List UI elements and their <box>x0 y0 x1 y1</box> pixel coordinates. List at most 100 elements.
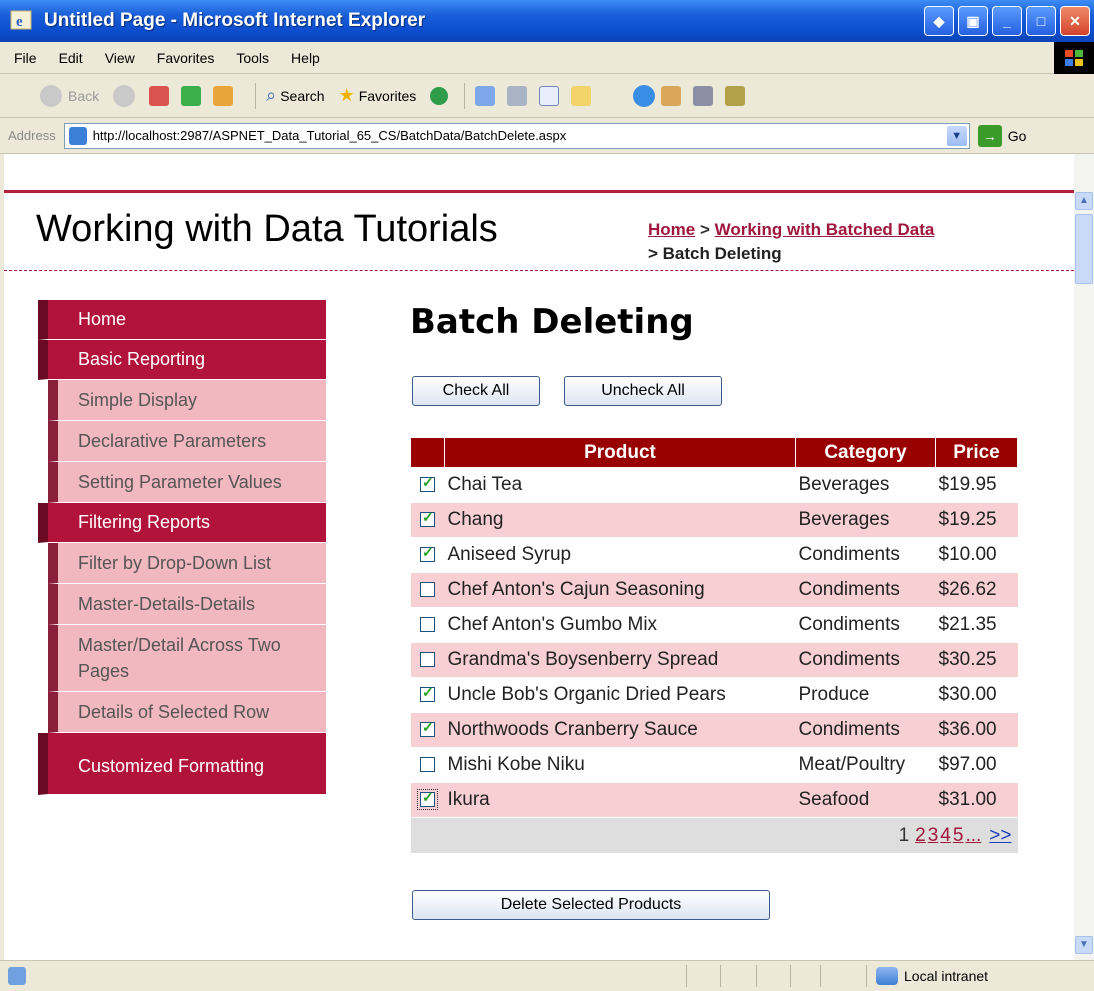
grid-header-product[interactable]: Product <box>444 437 796 468</box>
status-divider <box>756 965 757 987</box>
menu-help[interactable]: Help <box>291 50 320 66</box>
history-icon[interactable] <box>475 85 496 106</box>
search-label: Search <box>280 87 325 104</box>
row-select-cell <box>410 712 445 748</box>
cell-product: Chef Anton's Cajun Seasoning <box>444 572 796 608</box>
back-button[interactable]: Back <box>40 84 100 107</box>
forward-arrow-icon[interactable] <box>113 84 136 107</box>
grid-header-price[interactable]: Price <box>935 437 1018 468</box>
chevron-down-icon[interactable]: ▼ <box>946 125 967 146</box>
sidebar-item-home[interactable]: Home <box>38 300 326 340</box>
pager-next-link[interactable]: >> <box>989 825 1011 846</box>
scroll-thumb[interactable] <box>1075 214 1093 284</box>
pager-page-link[interactable]: 3 <box>928 825 939 846</box>
delete-selected-button[interactable]: Delete Selected Products <box>412 890 770 920</box>
menu-tools[interactable]: Tools <box>236 50 269 66</box>
row-checkbox[interactable] <box>420 757 435 773</box>
breadcrumb-section-link[interactable]: Working with Batched Data <box>715 220 935 239</box>
breadcrumb-home-link[interactable]: Home <box>648 220 695 239</box>
vertical-scrollbar[interactable]: ▲ ▼ <box>1074 154 1094 960</box>
page-viewport: Working with Data Tutorials Home > Worki… <box>0 154 1074 960</box>
address-input[interactable]: http://localhost:2987/ASPNET_Data_Tutori… <box>63 122 970 149</box>
sidebar-menu: Home Basic Reporting Simple Display Decl… <box>38 300 326 795</box>
close-button[interactable]: ✕ <box>1060 6 1090 36</box>
address-label: Address <box>8 128 56 143</box>
stop-icon[interactable] <box>149 85 170 106</box>
refresh-icon[interactable] <box>181 85 202 106</box>
messenger-icon[interactable] <box>633 84 656 107</box>
menu-edit[interactable]: Edit <box>59 50 83 66</box>
uncheck-all-button[interactable]: Uncheck All <box>564 376 722 406</box>
grid-header-row: Product Category Price <box>410 437 1018 468</box>
cell-product: Chai Tea <box>444 467 796 503</box>
check-all-button[interactable]: Check All <box>412 376 540 406</box>
page-title: Batch Deleting <box>410 302 694 342</box>
scroll-up-icon[interactable]: ▲ <box>1075 192 1093 210</box>
toolbar-separator <box>464 82 466 109</box>
table-row: Chef Anton's Cajun Seasoning Condiments $2… <box>410 572 1018 608</box>
maximize-button[interactable]: □ <box>1026 6 1056 36</box>
sidebar-item-filter-dropdown[interactable]: Filter by Drop-Down List <box>48 543 326 584</box>
breadcrumb-current: > Batch Deleting <box>648 244 782 263</box>
cell-category: Condiments <box>795 712 936 748</box>
scroll-down-icon[interactable]: ▼ <box>1075 936 1093 954</box>
sidebar-item-master-details[interactable]: Master-Details-Details <box>48 584 326 625</box>
menu-bar: File Edit View Favorites Tools Help <box>0 42 1094 74</box>
sidebar-item-details-selected-row[interactable]: Details of Selected Row <box>48 692 326 733</box>
row-checkbox[interactable] <box>420 617 435 633</box>
pager-ellipsis-link[interactable]: ... <box>965 825 981 846</box>
media-toggle-button[interactable]: ◆ <box>924 6 954 36</box>
grid-header-select <box>410 437 445 468</box>
window-title: Untitled Page - Microsoft Internet Explo… <box>44 10 426 31</box>
row-checkbox[interactable] <box>420 652 435 668</box>
sidebar-item-filtering-reports[interactable]: Filtering Reports <box>38 503 326 543</box>
row-checkbox[interactable] <box>420 582 435 598</box>
favorites-button[interactable]: ★ Favorites <box>339 85 417 106</box>
research-icon[interactable] <box>661 85 682 106</box>
row-checkbox[interactable] <box>420 684 435 703</box>
cell-category: Produce <box>795 677 936 713</box>
home-icon[interactable] <box>213 85 234 106</box>
menu-favorites[interactable]: Favorites <box>157 50 215 66</box>
media-icon[interactable] <box>430 86 449 105</box>
grid-header-category[interactable]: Category <box>795 437 936 468</box>
pager-page-link[interactable]: 2 <box>915 825 926 846</box>
menu-file[interactable]: File <box>14 50 37 66</box>
sidebar-item-declarative-parameters[interactable]: Declarative Parameters <box>48 421 326 462</box>
sidebar-item-setting-parameter-values[interactable]: Setting Parameter Values <box>48 462 326 503</box>
back-label: Back <box>68 87 100 104</box>
header-rule <box>4 190 1074 193</box>
address-url[interactable]: http://localhost:2987/ASPNET_Data_Tutori… <box>93 128 567 143</box>
sidebar-item-basic-reporting[interactable]: Basic Reporting <box>38 340 326 380</box>
sidebar-item-master-detail-two-pages[interactable]: Master/Detail Across Two Pages <box>48 625 326 692</box>
pager-page-link[interactable]: 4 <box>940 825 951 846</box>
sidebar-item-simple-display[interactable]: Simple Display <box>48 380 326 421</box>
row-checkbox[interactable] <box>420 509 435 528</box>
toolbar-separator <box>255 82 257 109</box>
ie-logo-icon: e <box>10 10 32 30</box>
cell-product: Mishi Kobe Niku <box>444 747 796 783</box>
row-checkbox[interactable] <box>420 719 435 738</box>
cell-price: $21.35 <box>935 607 1018 643</box>
menu-view[interactable]: View <box>105 50 135 66</box>
row-select-cell <box>410 607 445 643</box>
cell-category: Beverages <box>795 467 936 503</box>
print-icon[interactable] <box>507 85 528 106</box>
row-checkbox[interactable] <box>420 544 435 563</box>
status-divider <box>720 965 721 987</box>
grid-icon[interactable] <box>725 85 746 106</box>
cell-product: Northwoods Cranberry Sauce <box>444 712 796 748</box>
discuss-icon[interactable] <box>571 85 592 106</box>
star-icon: ★ <box>338 85 355 105</box>
minimize-button[interactable]: _ <box>992 6 1022 36</box>
row-checkbox[interactable] <box>417 789 438 811</box>
tools-icon[interactable] <box>693 85 714 106</box>
sidebar-item-customized-formatting[interactable]: Customized Formatting <box>38 733 326 795</box>
go-button[interactable]: → Go <box>977 124 1026 147</box>
row-checkbox[interactable] <box>420 474 435 493</box>
restore-layout-button[interactable]: ▣ <box>958 6 988 36</box>
pager-page-link[interactable]: 5 <box>953 825 964 846</box>
search-button[interactable]: ⌕ Search <box>266 85 324 106</box>
breadcrumb: Home > Working with Batched Data > Batch… <box>648 218 934 266</box>
word-edit-icon[interactable] <box>539 85 560 106</box>
